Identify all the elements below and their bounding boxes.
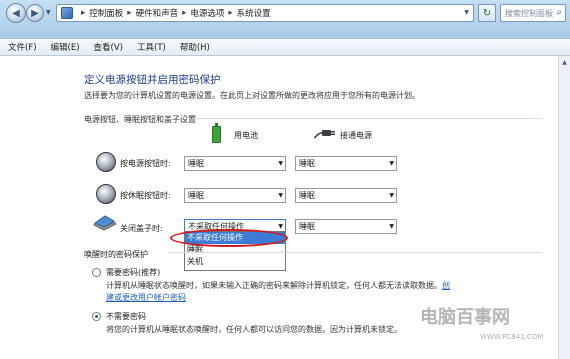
column-header-ac: 接通电源 — [340, 131, 372, 140]
breadcrumb-system-settings[interactable]: 系统设置 — [237, 7, 271, 19]
no-password-radio[interactable] — [92, 312, 101, 321]
power-plug-icon — [314, 130, 335, 139]
chevron-down-icon: ▼ — [389, 223, 394, 230]
no-password-label[interactable]: 不需要密码 — [106, 311, 146, 322]
chevron-down-icon: ▼ — [278, 223, 283, 230]
address-bar[interactable]: ▸ 控制面板 ▸ 硬件和声音 ▸ 电源选项 ▸ 系统设置 ▼ — [56, 4, 474, 22]
menu-file[interactable]: 文件(F) — [8, 41, 37, 53]
scroll-up-arrow-icon[interactable]: ▲ — [559, 56, 570, 68]
breadcrumb-control-panel[interactable]: 控制面板 — [89, 7, 123, 19]
power-button-icon — [96, 152, 116, 172]
section-heading: 电源按钮、睡眠按钮和盖子设置 — [84, 115, 196, 124]
column-header-battery: 用电池 — [234, 131, 258, 140]
control-panel-window: ◀ ▶ ▼ ▸ 控制面板 ▸ 硬件和声音 ▸ 电源选项 ▸ 系统设置 ▼ ↻ 搜… — [0, 0, 570, 359]
arrow-right-icon: ▶ — [31, 7, 39, 19]
back-button[interactable]: ◀ — [6, 3, 26, 23]
search-input[interactable]: 搜索控制面板 ⌕ — [500, 4, 566, 22]
arrow-left-icon: ◀ — [12, 7, 20, 19]
forward-button[interactable]: ▶ — [26, 4, 44, 22]
search-icon[interactable]: ⌕ — [556, 7, 562, 18]
sleep-button-icon — [96, 184, 116, 204]
dropdown-option-shutdown[interactable]: 关机 — [185, 256, 285, 268]
sleep-button-battery-select[interactable]: 睡眠 ▼ — [184, 188, 286, 203]
create-password-link-start[interactable]: 创 — [442, 281, 450, 290]
laptop-lid-icon — [93, 215, 117, 231]
chevron-down-icon: ▼ — [278, 192, 283, 199]
divider — [192, 118, 542, 119]
breadcrumb-power-options[interactable]: 电源选项 — [190, 7, 224, 19]
menu-view[interactable]: 查看(V) — [94, 41, 123, 53]
battery-icon — [212, 123, 221, 143]
menu-edit[interactable]: 编辑(E) — [51, 41, 80, 53]
chevron-down-icon: ▼ — [389, 192, 394, 199]
search-placeholder: 搜索控制面板 — [505, 8, 553, 18]
row-label-close-lid: 关闭盖子时: — [120, 224, 163, 233]
row-label-sleep-button: 按休眠按钮时: — [120, 191, 171, 200]
power-button-battery-select[interactable]: 睡眠 ▼ — [184, 156, 286, 171]
control-panel-icon — [61, 7, 73, 19]
refresh-button[interactable]: ↻ — [478, 4, 496, 22]
page-description: 选择要为您的计算机设置的电源设置。在此页上对设置所做的更改将应用于您所有的电源计… — [84, 91, 420, 100]
create-password-link[interactable]: 建或更改用户帐户密码 — [106, 292, 186, 303]
chevron-down-icon: ▼ — [389, 160, 394, 167]
no-password-description: 将您的计算机从睡眠状态唤醒时，任何人都可以访问您的数据，因为计算机未锁定。 — [106, 325, 402, 334]
page-title: 定义电源按钮并启用密码保护 — [84, 74, 221, 86]
menu-tools[interactable]: 工具(T) — [137, 41, 166, 53]
row-label-power-button: 按电源按钮时: — [120, 159, 171, 168]
power-button-ac-select[interactable]: 睡眠 ▼ — [295, 156, 397, 171]
require-password-radio[interactable] — [92, 268, 101, 277]
require-password-label[interactable]: 需要密码(推荐) — [106, 267, 160, 278]
chevron-down-icon[interactable]: ▼ — [464, 9, 469, 16]
menu-bar: 文件(F) 编辑(E) 查看(V) 工具(T) 帮助(H) — [0, 38, 570, 56]
refresh-icon: ↻ — [482, 7, 492, 19]
require-password-description: 计算机从睡眠状态唤醒时，如果未输入正确的密码来解除计算机锁定，任何人都无法读取数… — [106, 281, 450, 290]
breadcrumb-hardware-sound[interactable]: 硬件和声音 — [136, 7, 179, 19]
recent-pages-dropdown[interactable]: ▼ — [46, 9, 51, 16]
menu-help[interactable]: 帮助(H) — [180, 41, 210, 53]
chevron-down-icon: ▼ — [278, 160, 283, 167]
divider — [168, 252, 542, 253]
red-highlight-ellipse — [170, 229, 288, 247]
sleep-button-ac-select[interactable]: 睡眠 ▼ — [295, 188, 397, 203]
close-lid-ac-select[interactable]: 睡眠 ▼ — [295, 219, 397, 234]
wake-password-heading: 唤醒时的密码保护 — [84, 250, 148, 259]
watermark: 电脑百事网 WWW.PC841.COM — [420, 307, 544, 341]
